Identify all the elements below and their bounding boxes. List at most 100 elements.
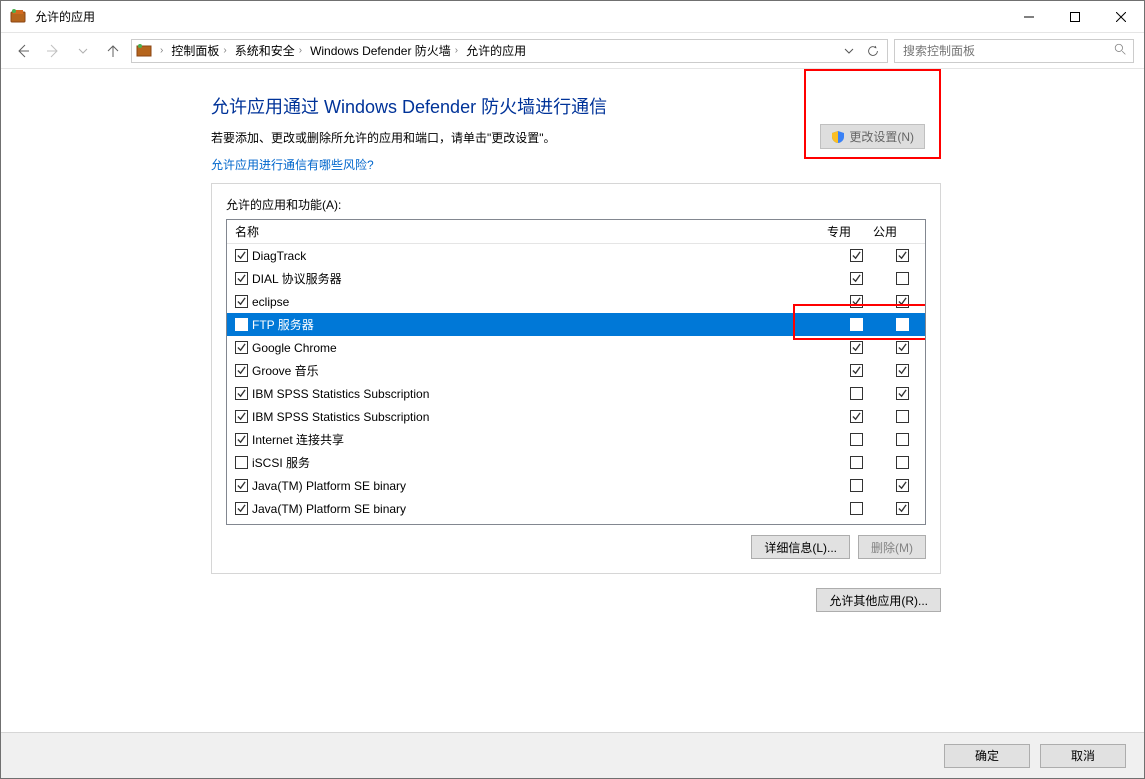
cancel-button[interactable]: 取消 [1040, 744, 1126, 768]
page-title: 允许应用通过 Windows Defender 防火墙进行通信 [211, 93, 804, 119]
public-checkbox[interactable] [896, 272, 909, 285]
address-dropdown-icon[interactable] [839, 41, 859, 61]
list-header: 名称 专用 公用 [227, 220, 925, 244]
refresh-button[interactable] [863, 41, 883, 61]
public-checkbox[interactable] [896, 341, 909, 354]
public-checkbox[interactable] [896, 456, 909, 469]
app-enabled-checkbox[interactable] [235, 410, 248, 423]
app-name-label: FTP 服务器 [252, 316, 314, 333]
private-checkbox[interactable] [850, 502, 863, 515]
public-checkbox[interactable] [896, 249, 909, 262]
close-button[interactable] [1098, 2, 1144, 32]
app-name-label: Groove 音乐 [252, 362, 319, 379]
back-button[interactable] [11, 39, 35, 63]
content-area: 允许应用通过 Windows Defender 防火墙进行通信 若要添加、更改或… [1, 69, 1144, 732]
recent-dropdown[interactable] [71, 39, 95, 63]
app-icon [9, 8, 27, 26]
app-name-label: DIAL 协议服务器 [252, 270, 342, 287]
table-row[interactable]: Groove 音乐 [227, 359, 925, 382]
public-checkbox[interactable] [896, 318, 909, 331]
app-enabled-checkbox[interactable] [235, 249, 248, 262]
app-enabled-checkbox[interactable] [235, 295, 248, 308]
table-row[interactable]: IBM SPSS Statistics Subscription [227, 382, 925, 405]
table-row[interactable]: Java(TM) Platform SE binary [227, 497, 925, 520]
private-checkbox[interactable] [850, 318, 863, 331]
breadcrumb[interactable]: 系统和安全› [235, 42, 306, 59]
window: 允许的应用 › 控制面板› 系统和安全› Windows Defender 防火… [0, 0, 1145, 779]
public-checkbox[interactable] [896, 387, 909, 400]
table-row[interactable]: Google Chrome [227, 336, 925, 359]
table-row[interactable]: DiagTrack [227, 244, 925, 267]
private-checkbox[interactable] [850, 410, 863, 423]
public-checkbox[interactable] [896, 479, 909, 492]
private-checkbox[interactable] [850, 249, 863, 262]
allowed-apps-group: 允许的应用和功能(A): 名称 专用 公用 DiagTrack DIAL 协议服务… [211, 183, 941, 574]
search-box[interactable] [894, 39, 1134, 63]
app-name-label: Java(TM) Platform SE binary [252, 502, 406, 516]
remove-button[interactable]: 删除(M) [858, 535, 926, 559]
table-row[interactable]: Java(TM) Platform SE binary [227, 474, 925, 497]
public-checkbox[interactable] [896, 433, 909, 446]
public-checkbox[interactable] [896, 410, 909, 423]
search-icon[interactable] [1114, 43, 1127, 59]
app-enabled-checkbox[interactable] [235, 364, 248, 377]
private-checkbox[interactable] [850, 272, 863, 285]
apps-listbox: 名称 专用 公用 DiagTrack DIAL 协议服务器 eclipse FTP 服… [226, 219, 926, 525]
group-label: 允许的应用和功能(A): [226, 196, 926, 213]
app-enabled-checkbox[interactable] [235, 456, 248, 469]
window-title: 允许的应用 [35, 8, 95, 25]
column-name[interactable]: 名称 [227, 223, 816, 240]
app-enabled-checkbox[interactable] [235, 272, 248, 285]
address-bar[interactable]: › 控制面板› 系统和安全› Windows Defender 防火墙› 允许的… [131, 39, 888, 63]
minimize-button[interactable] [1006, 2, 1052, 32]
maximize-button[interactable] [1052, 2, 1098, 32]
app-enabled-checkbox[interactable] [235, 387, 248, 400]
forward-button[interactable] [41, 39, 65, 63]
private-checkbox[interactable] [850, 456, 863, 469]
app-enabled-checkbox[interactable] [235, 502, 248, 515]
app-name-label: eclipse [252, 295, 289, 309]
table-row[interactable]: iSCSI 服务 [227, 451, 925, 474]
up-button[interactable] [101, 39, 125, 63]
app-name-label: Google Chrome [252, 341, 337, 355]
app-enabled-checkbox[interactable] [235, 341, 248, 354]
private-checkbox[interactable] [850, 433, 863, 446]
list-body[interactable]: DiagTrack DIAL 协议服务器 eclipse FTP 服务器 Google … [227, 244, 925, 524]
private-checkbox[interactable] [850, 295, 863, 308]
breadcrumb[interactable]: 控制面板› [171, 42, 230, 59]
app-enabled-checkbox[interactable] [235, 479, 248, 492]
app-name-label: iSCSI 服务 [252, 454, 310, 471]
table-row[interactable]: IBM SPSS Statistics Subscription [227, 405, 925, 428]
app-name-label: DiagTrack [252, 249, 306, 263]
table-row[interactable]: Internet 连接共享 [227, 428, 925, 451]
risk-link[interactable]: 允许应用进行通信有哪些风险? [211, 156, 374, 173]
navbar: › 控制面板› 系统和安全› Windows Defender 防火墙› 允许的… [1, 33, 1144, 69]
page-subtitle: 若要添加、更改或删除所允许的应用和端口，请单击"更改设置"。 [211, 129, 804, 146]
app-name-label: Internet 连接共享 [252, 431, 344, 448]
allow-other-app-button[interactable]: 允许其他应用(R)... [816, 588, 941, 612]
public-checkbox[interactable] [896, 364, 909, 377]
public-checkbox[interactable] [896, 295, 909, 308]
breadcrumb[interactable]: Windows Defender 防火墙› [310, 42, 462, 59]
private-checkbox[interactable] [850, 364, 863, 377]
shield-icon [831, 130, 845, 144]
private-checkbox[interactable] [850, 479, 863, 492]
table-row[interactable]: FTP 服务器 [227, 313, 925, 336]
app-name-label: IBM SPSS Statistics Subscription [252, 410, 429, 424]
app-enabled-checkbox[interactable] [235, 433, 248, 446]
details-button[interactable]: 详细信息(L)... [751, 535, 850, 559]
breadcrumb[interactable]: 允许的应用 [466, 42, 526, 59]
annotation-highlight-1: 更改设置(N) [804, 69, 941, 159]
column-public[interactable]: 公用 [862, 223, 908, 240]
table-row[interactable]: eclipse [227, 290, 925, 313]
app-enabled-checkbox[interactable] [235, 318, 248, 331]
public-checkbox[interactable] [896, 502, 909, 515]
private-checkbox[interactable] [850, 387, 863, 400]
column-private[interactable]: 专用 [816, 223, 862, 240]
table-row[interactable]: DIAL 协议服务器 [227, 267, 925, 290]
private-checkbox[interactable] [850, 341, 863, 354]
ok-button[interactable]: 确定 [944, 744, 1030, 768]
change-settings-button[interactable]: 更改设置(N) [820, 124, 925, 149]
search-input[interactable] [901, 43, 1114, 59]
app-name-label: Java(TM) Platform SE binary [252, 479, 406, 493]
